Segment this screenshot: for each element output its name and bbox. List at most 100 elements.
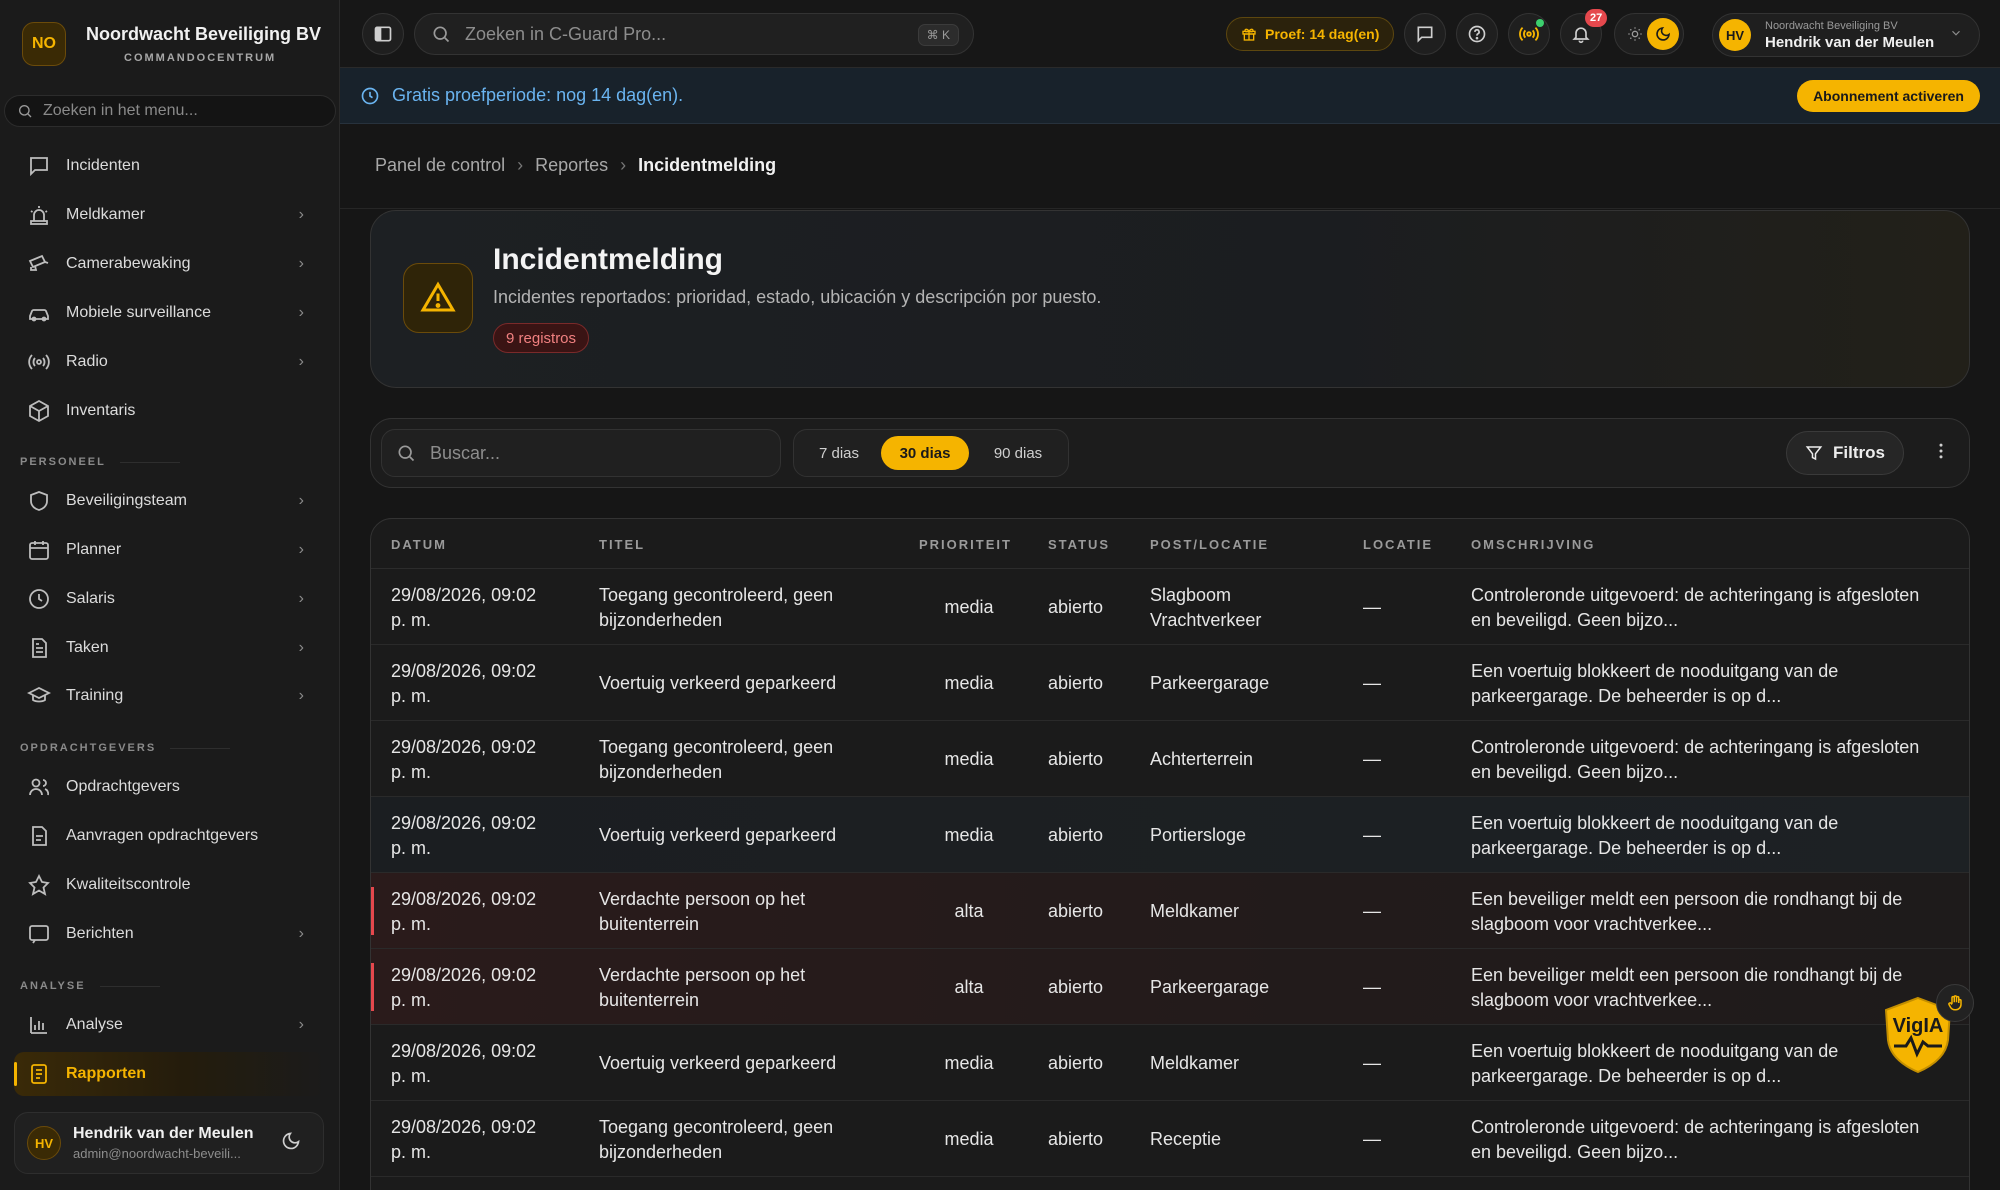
cell-status-text: abierto: [1048, 1053, 1104, 1073]
sidebar-item-rapporten[interactable]: Rapporten: [14, 1052, 324, 1096]
cell-omschrijving: Controleronde uitgevoerd: de achteringan…: [1471, 1115, 1951, 1165]
message-icon: [26, 921, 52, 947]
cell-post-locatie-text: Portiersloge: [1150, 825, 1247, 845]
radio-status-button[interactable]: [1508, 13, 1550, 55]
cell-prioriteit-text: media: [944, 597, 994, 617]
cell-prioriteit: media: [919, 823, 1019, 848]
cell-datum-text: p. m.: [391, 610, 432, 630]
range-30-days[interactable]: 30 dias: [881, 436, 969, 470]
cell-omschrijving: Een voertuig blokkeert de nooduitgang va…: [1471, 1039, 1951, 1089]
table-row[interactable]: 29/08/2026, 09:02 p. m. Voertuig verkeerd …: [371, 797, 1969, 873]
sidebar-section-label: OPDRACHTGEVERS: [20, 742, 230, 754]
column-header[interactable]: LOCATIE: [1363, 537, 1433, 552]
column-header[interactable]: OMSCHRIJVING: [1471, 537, 1595, 552]
table-row[interactable]: 29/08/2026, 09:02 p. m. Toegang gecontrole…: [371, 569, 1969, 645]
range-90-days[interactable]: 90 dias: [974, 436, 1062, 470]
search-icon: [433, 26, 450, 43]
sidebar-item-training[interactable]: Training ›: [14, 674, 324, 718]
cell-titel-text: bijzonderheden: [599, 610, 723, 630]
brand-subtitle: COMMANDOCENTRUM: [124, 52, 277, 64]
column-header[interactable]: POST/LOCATIE: [1150, 537, 1269, 552]
sidebar-item-aanvragen-opdrachtgevers[interactable]: Aanvragen opdrachtgevers: [14, 814, 324, 858]
moon-icon[interactable]: [281, 1131, 301, 1156]
cell-post-locatie-text: Achterterrein: [1150, 749, 1254, 769]
cell-datum: 29/08/2026, 09:02 p. m.: [391, 1039, 591, 1089]
cell-omschrijving: Een voertuig blokkeert de nooduitgang va…: [1471, 659, 1951, 709]
range-7-days[interactable]: 7 dias: [802, 436, 876, 470]
sidebar-item-salaris[interactable]: Salaris ›: [14, 577, 324, 621]
sidebar-item-meldkamer[interactable]: Meldkamer ›: [14, 193, 324, 237]
sidebar-item-beveiligingsteam[interactable]: Beveiligingsteam ›: [14, 479, 324, 523]
sidebar-item-berichten[interactable]: Berichten ›: [14, 912, 324, 956]
sidebar-item-kwaliteitscontrole[interactable]: Kwaliteitscontrole: [14, 863, 324, 907]
cell-omschrijving-text: en beveiligd. Geen bijzo...: [1471, 762, 1679, 782]
filter-bar: Buscar... 7 dias 30 dias 90 dias Filtros: [370, 418, 1970, 488]
column-header[interactable]: PRIORITEIT: [919, 537, 1012, 552]
theme-toggle[interactable]: [1614, 13, 1684, 55]
sidebar-item-taken[interactable]: Taken ›: [14, 626, 324, 670]
global-search-input[interactable]: Zoeken in C-Guard Pro... ⌘ K: [414, 13, 974, 55]
table-row[interactable]: 29/08/2026, 09:02 p. m. Toegang gecontrole…: [371, 1101, 1969, 1177]
cell-titel-text: Voertuig verkeerd geparkeerd: [599, 673, 837, 693]
column-header[interactable]: DATUM: [391, 537, 447, 552]
table-row[interactable]: 29/08/2026, 09:02 p. m. Toegang gecontrole…: [371, 721, 1969, 797]
sidebar-item-camerabewaking[interactable]: Camerabewaking ›: [14, 242, 324, 286]
cell-locatie-text: —: [1363, 1053, 1381, 1073]
cell-locatie: —: [1363, 1127, 1423, 1152]
cell-post-locatie: Achterterrein: [1150, 747, 1350, 772]
table-row[interactable]: 29/08/2026, 09:02 p. m. Verdachte persoon …: [371, 949, 1969, 1025]
trial-badge[interactable]: Proef: 14 dag(en): [1226, 17, 1395, 51]
cell-omschrijving-text: Een beveiliger meldt een persoon die ron…: [1471, 889, 1903, 909]
column-header[interactable]: TITEL: [599, 537, 645, 552]
sidebar-item-radio[interactable]: Radio ›: [14, 340, 324, 384]
cell-datum: 29/08/2026, 09:02 p. m.: [391, 735, 591, 785]
sidebar-item-label: Berichten: [66, 925, 134, 942]
radio-icon: [1519, 26, 1539, 42]
incident-table: DATUM TITEL PRIORITEIT STATUS POST/LOCAT…: [370, 518, 1970, 1190]
filters-button[interactable]: Filtros: [1786, 431, 1904, 475]
hand-icon[interactable]: [1936, 984, 1974, 1022]
cell-locatie-text: —: [1363, 977, 1381, 997]
help-button[interactable]: [1456, 13, 1498, 55]
cell-omschrijving-text: Controleronde uitgevoerd: de achteringan…: [1471, 1117, 1920, 1137]
sidebar-item-inventaris[interactable]: Inventaris: [14, 389, 324, 433]
messages-button[interactable]: [1404, 13, 1446, 55]
user-card[interactable]: HV Hendrik van der Meulen admin@noordwac…: [14, 1112, 324, 1174]
table-row[interactable]: 29/08/2026, 09:02 p. m. Voertuig verkeerd …: [371, 645, 1969, 721]
sidebar-item-incidenten[interactable]: Incidenten: [14, 144, 324, 188]
cctv-icon: [26, 251, 52, 277]
sidebar-item-label: Meldkamer: [66, 206, 146, 223]
table-row[interactable]: 29/08/2026, 09:02 p. m. Voertuig verkeerd …: [371, 1025, 1969, 1101]
chevron-right-icon: ›: [298, 590, 304, 607]
more-vertical-icon[interactable]: [1931, 441, 1951, 467]
brand[interactable]: NO Noordwacht Beveiliging BV COMMANDOCEN…: [22, 22, 321, 66]
cell-prioriteit: media: [919, 671, 1019, 696]
breadcrumb-item[interactable]: Reportes: [535, 155, 608, 176]
sidebar-item-opdrachtgevers[interactable]: Opdrachtgevers: [14, 765, 324, 809]
panel-left-icon: [374, 26, 392, 42]
cell-titel: Voertuig verkeerd geparkeerd: [599, 671, 899, 696]
notifications-button[interactable]: 27: [1560, 9, 1608, 55]
account-menu[interactable]: HV Noordwacht Beveiliging BV Hendrik van…: [1712, 13, 1980, 57]
cell-omschrijving-text: slagboom voor vrachtverkee...: [1471, 914, 1713, 934]
menu-search-input[interactable]: Zoeken in het menu...: [4, 95, 336, 127]
cell-post-locatie: Slagboom Vrachtverkeer: [1150, 583, 1350, 633]
cell-omschrijving: Een beveiliger meldt een persoon die ron…: [1471, 963, 1951, 1013]
table-search-input[interactable]: Buscar...: [381, 429, 781, 477]
cell-locatie-text: —: [1363, 1129, 1381, 1149]
table-row[interactable]: 29/08/2026, 09:02 p. m. Verdachte persoon …: [371, 873, 1969, 949]
cell-titel-text: Voertuig verkeerd geparkeerd: [599, 825, 837, 845]
cell-post-locatie: Parkeergarage: [1150, 671, 1350, 696]
sidebar-item-analyse[interactable]: Analyse ›: [14, 1003, 324, 1047]
sidebar-section-label: ANALYSE: [20, 980, 160, 992]
cell-status-text: abierto: [1048, 673, 1104, 693]
cell-status: abierto: [1048, 1051, 1138, 1076]
breadcrumb-item[interactable]: Panel de control: [375, 155, 505, 176]
cell-post-locatie: Meldkamer: [1150, 899, 1350, 924]
sidebar-toggle-button[interactable]: [362, 13, 404, 55]
cell-status-text: abierto: [1048, 901, 1104, 921]
sidebar-item-planner[interactable]: Planner ›: [14, 528, 324, 572]
sidebar-item-mobiele-surveillance[interactable]: Mobiele surveillance ›: [14, 291, 324, 335]
activate-subscription-button[interactable]: Abonnement activeren: [1797, 80, 1980, 112]
column-header[interactable]: STATUS: [1048, 537, 1110, 552]
